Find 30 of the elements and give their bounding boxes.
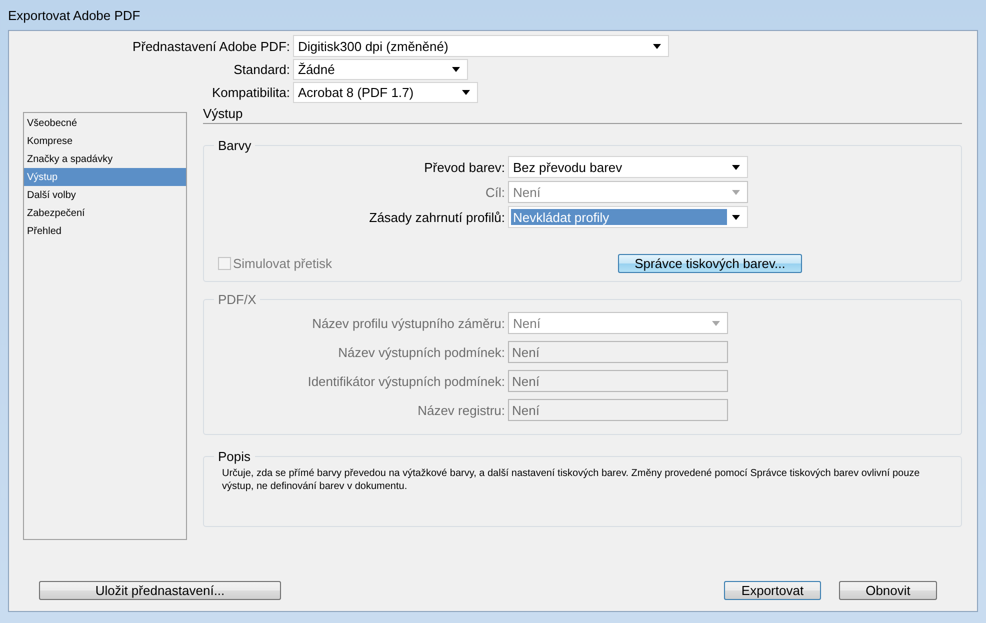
field-label: Název výstupních podmínek: [337,344,505,360]
ink-manager-button[interactable]: Správce tiskových barev... [618,254,802,273]
field-label: Název registru: [416,402,505,418]
field-label: Standard: [232,62,290,77]
field-label: Zásady zahrnutí profilů: [368,210,505,224]
sidebar-item[interactable]: Zabezpečení [24,204,186,222]
group-title: PDF/X [217,292,258,307]
field-label: Cíl: [484,184,505,200]
sidebar-item[interactable]: Značky a spadávky [24,150,186,168]
dropdown[interactable]: Žádné [293,59,468,80]
dropdown[interactable]: Bez převodu barev [508,156,748,178]
field-label: Kompatibilita: [210,85,290,100]
dialog-button[interactable]: Exportovat [724,581,821,600]
field-label: Identifikátor výstupních podmínek: [306,374,505,388]
sidebar-item[interactable]: Všeobecné [24,114,186,132]
sidebar-item[interactable]: Přehled [24,222,186,240]
field-label: Přednastavení Adobe PDF: [131,38,290,54]
group-title: Barvy [217,138,252,153]
section-heading: Výstup [203,106,962,124]
description-text: Určuje, zda se přímé barvy převedou na výtažkové barvy, a další nastavení tiskových barev. Změny provedené pomocí Správce tiskových barev ovlivní pouze výstup, ne definování barev v dokumentu. [222,467,921,493]
field-label: Převod barev: [423,160,505,174]
dropdown[interactable]: Digitisk300 dpi (změněné) [293,35,669,57]
field-label: Název profilu výstupního záměru: [311,316,505,330]
dialog-button[interactable]: Uložit přednastavení... [39,581,281,600]
sidebar-item[interactable]: Další volby [24,186,186,204]
dialog-button[interactable]: Obnovit [839,581,937,600]
sidebar-item[interactable]: Komprese [24,132,186,150]
dropdown[interactable]: Acrobat 8 (PDF 1.7) [293,82,478,103]
group-title: Popis [217,449,252,464]
window-title: Exportovat Adobe PDF [8,8,140,22]
